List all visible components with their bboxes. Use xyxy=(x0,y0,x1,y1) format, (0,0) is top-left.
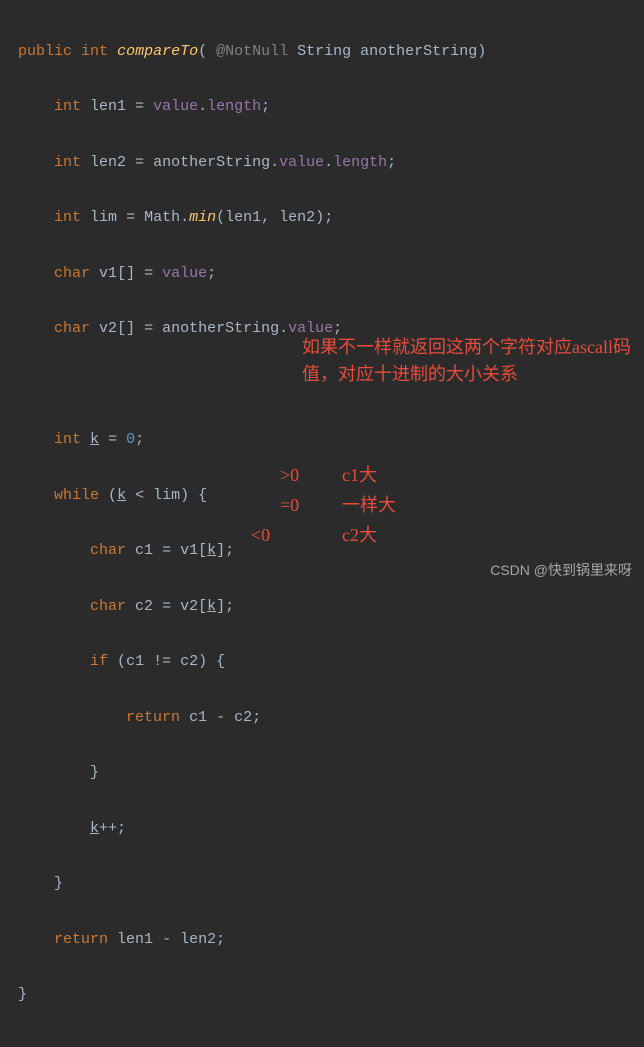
param-name: anotherString xyxy=(360,43,477,60)
var-c2: c2 xyxy=(135,598,153,615)
field-value: value xyxy=(279,154,324,171)
method-name: compareTo xyxy=(117,43,198,60)
num-zero: 0 xyxy=(126,431,135,448)
var-k: k xyxy=(117,487,126,504)
kw-if: if xyxy=(90,653,108,670)
param-type: String xyxy=(297,43,351,60)
class-math: Math xyxy=(144,209,180,226)
var-len2: len2 xyxy=(90,154,126,171)
kw-while: while xyxy=(54,487,99,504)
var-k: k xyxy=(90,431,99,448)
var-k: k xyxy=(207,598,216,615)
field-value: value xyxy=(153,98,198,115)
kw-char: char xyxy=(90,542,126,559)
kw-int: int xyxy=(54,154,81,171)
field-value: value xyxy=(162,265,207,282)
kw-return: return xyxy=(126,709,180,726)
var-len2: len2 xyxy=(279,209,315,226)
var-v1: v1 xyxy=(180,542,198,559)
var-c2: c2 xyxy=(180,653,198,670)
var-anotherstring: anotherString xyxy=(153,154,270,171)
kw-int: int xyxy=(54,209,81,226)
kw-int: int xyxy=(54,98,81,115)
kw-return: return xyxy=(54,931,108,948)
var-c1: c1 xyxy=(189,709,207,726)
var-len1: len1 xyxy=(90,98,126,115)
kw-char: char xyxy=(54,265,90,282)
annotation-eq: =0 xyxy=(280,492,299,519)
annotation-comment-1: 如果不一样就返回这两个字符对应ascall码值，对应十进制的大小关系 xyxy=(302,334,632,388)
var-k: k xyxy=(207,542,216,559)
kw-int: int xyxy=(81,43,108,60)
annotation-lt-label: c2大 xyxy=(342,522,377,549)
annotation-eq-label: 一样大 xyxy=(342,492,396,519)
var-c2: c2 xyxy=(234,709,252,726)
kw-char: char xyxy=(54,320,90,337)
method-min: min xyxy=(189,209,216,226)
annotation-gt-label: c1大 xyxy=(342,462,377,489)
var-lim: lim xyxy=(153,487,180,504)
kw-char: char xyxy=(90,598,126,615)
watermark: CSDN @快到锅里来呀 xyxy=(490,560,632,580)
var-v1: v1 xyxy=(99,265,117,282)
field-length: length xyxy=(207,98,261,115)
var-v2: v2 xyxy=(180,598,198,615)
var-lim: lim xyxy=(90,209,117,226)
var-len1: len1 xyxy=(225,209,261,226)
var-c1: c1 xyxy=(135,542,153,559)
var-len2: len2 xyxy=(180,931,216,948)
annotation: @NotNull xyxy=(216,43,288,60)
annotation-gt: >0 xyxy=(280,462,299,489)
var-v2: v2 xyxy=(99,320,117,337)
var-len1: len1 xyxy=(117,931,153,948)
var-c1: c1 xyxy=(126,653,144,670)
kw-int: int xyxy=(54,431,81,448)
var-anotherstring: anotherString xyxy=(162,320,279,337)
var-k: k xyxy=(90,820,99,837)
kw-public: public xyxy=(18,43,72,60)
annotation-lt: <0 xyxy=(251,522,270,549)
code-block: public int compareTo( @NotNull String an… xyxy=(0,0,644,1047)
field-length: length xyxy=(333,154,387,171)
